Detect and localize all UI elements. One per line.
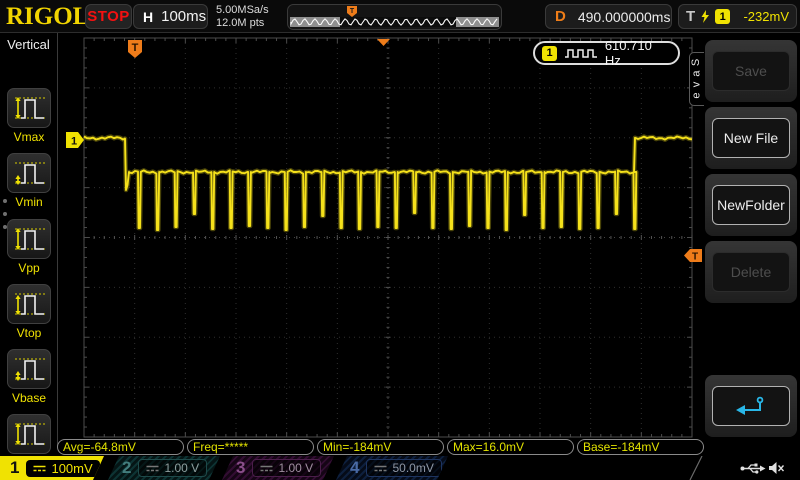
run-state-badge[interactable]: STOP xyxy=(85,4,132,29)
new-folder-button[interactable]: NewFolder xyxy=(712,185,790,225)
channel-number: 2 xyxy=(122,458,131,478)
channel-scale: 100mV xyxy=(26,460,99,477)
softkey-slot-new-folder: NewFolder xyxy=(705,174,797,236)
vbase-label: Vbase xyxy=(3,391,55,405)
vtop-button[interactable] xyxy=(7,284,51,324)
menu-item-vmax[interactable]: Vmax xyxy=(3,88,55,144)
dc-coupling-icon xyxy=(33,464,46,473)
timebase-value: 100ms xyxy=(161,8,206,25)
channel-number: 4 xyxy=(350,458,359,478)
base-readout: Base=-184mV xyxy=(577,439,704,455)
delay-value: 490.000000ms xyxy=(578,9,671,25)
vmax-label: Vmax xyxy=(3,130,55,144)
dc-coupling-icon xyxy=(374,464,387,473)
channel-1-tab[interactable]: 1 100mV xyxy=(0,456,104,480)
vmin-button[interactable] xyxy=(7,153,51,193)
channel-scale: 50.0mV xyxy=(366,459,441,477)
graticule xyxy=(84,38,692,437)
menu-item-vpp[interactable]: Vpp xyxy=(3,219,55,275)
channel-scale: 1.00 V xyxy=(138,459,207,477)
channel-number: 3 xyxy=(236,458,245,478)
softkey-slot-delete: Delete xyxy=(705,241,797,303)
sample-rate: 5.00MSa/s xyxy=(216,4,269,17)
oscilloscope-screen: RIGOL STOP H 100ms 5.00MSa/s 12.0M pts T… xyxy=(0,0,800,480)
trigger-readout: T 1 -232mV xyxy=(678,4,797,29)
counter-source-badge: 1 xyxy=(542,46,557,61)
vertical-measure-menu: Vertical VmaxVminVppVtopVbaseVamp xyxy=(0,33,58,447)
waveform-trace xyxy=(84,136,692,230)
usb-icon xyxy=(740,462,766,475)
trigger-label: T xyxy=(686,8,695,25)
menu-item-vbase[interactable]: Vbase xyxy=(3,349,55,405)
scroll-indicator xyxy=(3,199,7,229)
svg-text:1: 1 xyxy=(71,136,77,148)
top-bar: RIGOL STOP H 100ms 5.00MSa/s 12.0M pts T… xyxy=(0,0,800,33)
channel-1-ground-marker[interactable]: 1 xyxy=(66,132,84,148)
channel-3-tab[interactable]: 3 1.00 V xyxy=(222,456,334,480)
return-arrow-icon xyxy=(734,394,768,418)
channel-2-tab[interactable]: 2 1.00 V xyxy=(108,456,220,480)
freq-readout: Freq=***** xyxy=(187,439,314,455)
status-separator xyxy=(686,456,706,480)
max-readout: Max=16.0mV xyxy=(447,439,574,455)
svg-text:T: T xyxy=(692,252,698,263)
softkey-slot-save: Save xyxy=(705,40,797,102)
frequency-counter: 1 610.710 Hz xyxy=(533,41,680,65)
save-button[interactable]: Save xyxy=(712,51,790,91)
counter-value: 610.710 Hz xyxy=(605,38,671,68)
horizontal-timebase-box[interactable]: H 100ms xyxy=(133,4,208,29)
speaker-muted-icon xyxy=(768,461,785,475)
vtop-icon xyxy=(11,287,47,321)
waveform-glow xyxy=(84,136,692,230)
vtop-label: Vtop xyxy=(3,326,55,340)
graticule-display: 1 T T xyxy=(0,0,800,480)
vpp-label: Vpp xyxy=(3,261,55,275)
trigger-slope-icon xyxy=(700,9,710,24)
menu-item-vmin[interactable]: Vmin xyxy=(3,153,55,209)
channel-status-bar: 1 100mV 2 1.00 V 3 1.00 V 4 50.0mV xyxy=(0,456,800,480)
back-button[interactable] xyxy=(712,386,790,426)
delete-button[interactable]: Delete xyxy=(712,252,790,292)
menu-item-vtop[interactable]: Vtop xyxy=(3,284,55,340)
vmin-icon xyxy=(11,156,47,190)
channel-4-tab[interactable]: 4 50.0mV xyxy=(336,456,448,480)
trigger-level-value: -232mV xyxy=(743,9,789,24)
h-label: H xyxy=(143,9,153,25)
softkey-menu: Save New File NewFolder Delete xyxy=(703,33,800,447)
channel-number: 1 xyxy=(10,458,19,478)
dc-coupling-icon xyxy=(260,464,273,473)
delay-readout: D 490.000000ms xyxy=(545,4,672,29)
square-wave-icon xyxy=(563,46,599,60)
memory-position-bar[interactable]: T xyxy=(287,4,502,30)
vmax-button[interactable] xyxy=(7,88,51,128)
menu-tab-save: Save xyxy=(689,52,704,106)
svg-text:T: T xyxy=(132,42,139,54)
vmax-icon xyxy=(11,91,47,125)
new-file-button[interactable]: New File xyxy=(712,118,790,158)
vpp-icon xyxy=(11,222,47,256)
channel-scale: 1.00 V xyxy=(252,459,321,477)
vpp-button[interactable] xyxy=(7,219,51,259)
vbase-icon xyxy=(11,352,47,386)
vbase-button[interactable] xyxy=(7,349,51,389)
vamp-button[interactable] xyxy=(7,414,51,454)
rigol-logo: RIGOL xyxy=(6,3,89,31)
trigger-time-marker[interactable]: T xyxy=(128,40,142,58)
dc-coupling-icon xyxy=(146,464,159,473)
delay-label: D xyxy=(555,8,566,25)
min-readout: Min=-184mV xyxy=(317,439,444,455)
avg-readout: Avg=-64.8mV xyxy=(57,439,184,455)
acquisition-info: 5.00MSa/s 12.0M pts xyxy=(216,4,269,29)
trigger-position-marker[interactable] xyxy=(377,39,390,46)
trigger-source-badge: 1 xyxy=(715,9,730,24)
vmin-label: Vmin xyxy=(3,195,55,209)
trigger-level-marker[interactable]: T xyxy=(684,249,702,263)
softkey-slot-new-file: New File xyxy=(705,107,797,169)
softkey-slot-back xyxy=(705,375,797,437)
menu-title: Vertical xyxy=(0,33,57,52)
svg-text:T: T xyxy=(350,8,355,15)
memory-depth: 12.0M pts xyxy=(216,17,269,30)
vamp-icon xyxy=(11,417,47,451)
